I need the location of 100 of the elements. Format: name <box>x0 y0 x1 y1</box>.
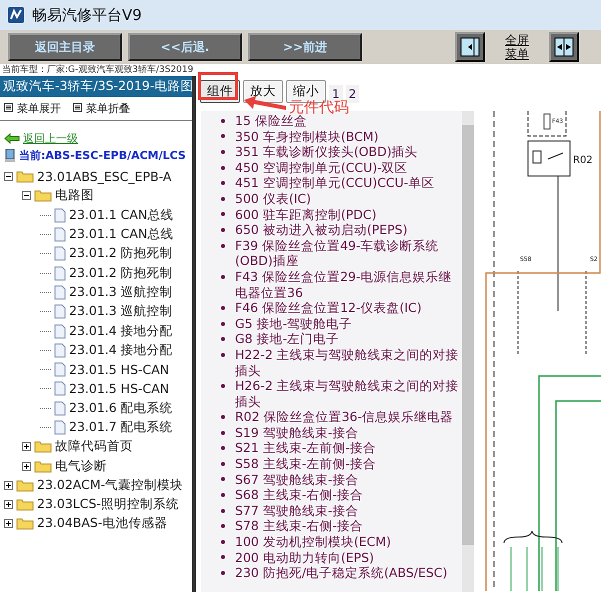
arrow-icon <box>242 96 288 112</box>
document-icon <box>54 284 66 300</box>
back-arrow-icon <box>4 133 20 144</box>
component-link[interactable]: 100 发动机控制模块(ECM) <box>235 534 391 550</box>
tree-item[interactable]: 23.01.5 HS-CAN <box>69 381 170 396</box>
expand-icon[interactable] <box>4 519 13 528</box>
document-icon <box>54 266 66 281</box>
component-link[interactable]: 650 被动进入被动启动(PEPS) <box>235 222 408 238</box>
tree-item[interactable]: 故障代码首页 <box>55 438 133 456</box>
component-link[interactable]: H22-2 主线束与驾驶舱线束之间的对接插头 <box>235 346 462 378</box>
bullet-icon <box>221 337 225 342</box>
tree-item[interactable]: 23.01.4 接地分配 <box>69 322 173 340</box>
nav-button[interactable]: <<后退. <box>128 33 242 61</box>
component-link[interactable]: F43 保险丝盒位置29-电源信息娱乐继电器位置36 <box>235 268 462 300</box>
component-link[interactable]: F39 保险丝盒位置49-车载诊断系统(OBD)插座 <box>235 238 462 269</box>
folder-icon <box>16 478 34 492</box>
bullet-icon <box>221 150 225 154</box>
nav-button[interactable]: >>前进 <box>248 33 362 61</box>
expand-icon[interactable] <box>4 500 13 510</box>
collapse-panel-button[interactable] <box>455 32 485 62</box>
list-icon <box>73 103 82 112</box>
bullet-icon <box>221 384 225 388</box>
collapse-icon[interactable] <box>4 172 13 182</box>
tree-item[interactable]: 23.01.2 防抱死制 <box>69 264 173 282</box>
expand-icon[interactable] <box>22 462 31 471</box>
bullet-icon <box>221 415 225 420</box>
document-icon <box>54 381 66 396</box>
document-icon <box>54 304 66 320</box>
page-link[interactable]: 2 <box>346 85 360 103</box>
component-link[interactable]: 451 空调控制单元(CCU)CCU-单区 <box>235 175 434 191</box>
document-icon <box>54 324 66 339</box>
expand-icon[interactable] <box>22 442 31 452</box>
component-link[interactable]: S67 驾驶舱线束-接合 <box>235 472 358 488</box>
component-link[interactable]: 600 驻车距离控制(PDC) <box>235 206 376 222</box>
split-panel-button[interactable] <box>549 32 579 62</box>
fullscreen-menu-link[interactable]: 全屏 菜单 <box>505 32 529 62</box>
bullet-icon <box>221 555 225 560</box>
component-link[interactable]: 200 电动助力转向(EPS) <box>235 550 374 566</box>
bullet-icon <box>221 352 225 357</box>
nav-button[interactable]: 返回主目录 <box>8 33 122 61</box>
tree-item[interactable]: 23.01.2 防抱死制 <box>69 245 173 262</box>
component-link[interactable]: G8 接地-左门电子 <box>235 331 340 347</box>
tree-item[interactable]: 23.02ACM-气囊控制模块 <box>37 476 184 494</box>
component-link[interactable]: 450 空调控制单元(CCU)-双区 <box>235 160 408 176</box>
bullet-icon <box>221 306 225 310</box>
sidebar-header: 观致汽车-3轿车/3S-2019-电路图 <box>0 76 192 97</box>
component-link[interactable]: S78 主线束-右侧-接合 <box>235 518 363 534</box>
bullet-icon <box>221 430 225 435</box>
car-model-label: 当前车型：厂家:G-观致汽车观致3轿车/3S2019 <box>1 64 194 76</box>
back-link[interactable]: 返回上一级 <box>23 131 78 146</box>
collapse-icon[interactable] <box>22 191 31 200</box>
diagram-label: R02 <box>573 155 593 166</box>
bullet-icon <box>221 508 225 513</box>
tree-item[interactable]: 23.04BAS-电池传感器 <box>37 515 168 532</box>
component-link[interactable]: S58 主线束-左前侧-接合 <box>235 456 376 472</box>
tree-item[interactable]: 电气诊断 <box>55 458 107 475</box>
document-icon <box>54 400 66 416</box>
document-icon <box>54 208 66 223</box>
bullet-icon <box>221 524 225 528</box>
menu-action-link[interactable]: 菜单折叠 <box>73 101 130 116</box>
bullet-icon <box>221 166 225 170</box>
component-link[interactable]: H26-2 主线束与驾驶舱线束之间的对接插头 <box>235 378 462 410</box>
component-link[interactable]: 350 车身控制模块(BCM) <box>235 128 378 144</box>
bullet-icon <box>221 571 225 576</box>
component-link[interactable]: 351 车载诊断仪接头(OBD)插头 <box>235 144 418 160</box>
tree-item[interactable]: 23.03LCS-照明控制系统 <box>37 496 179 514</box>
menu-action-link[interactable]: 菜单展开 <box>4 101 61 116</box>
component-link[interactable]: F46 保险丝盒位置12-仪表盘(IC) <box>235 300 422 316</box>
tree-item[interactable]: 23.01.6 配电系统 <box>69 400 173 417</box>
tree-item[interactable]: 23.01.4 接地分配 <box>69 342 173 359</box>
document-icon <box>54 420 66 435</box>
tree-item[interactable]: 23.01.3 巡航控制 <box>69 303 173 320</box>
tree-item[interactable]: 23.01ABS_ESC_EPB-A <box>37 169 172 184</box>
tree-item[interactable]: 23.01.7 配电系统 <box>69 419 173 436</box>
component-link[interactable]: S21 主线束-左前侧-接合 <box>235 440 376 456</box>
folder-icon <box>16 170 34 184</box>
component-link[interactable]: 230 防抱死/电子稳定系统(ABS/ESC) <box>235 565 448 581</box>
folder-icon <box>34 460 52 473</box>
connector-bracket-drawing <box>504 530 562 591</box>
component-link[interactable]: S68 主线束-右侧-接合 <box>235 487 363 503</box>
component-link[interactable]: G5 接地-驾驶舱电子 <box>235 316 352 332</box>
component-link[interactable]: 15 保险丝盒 <box>235 113 307 129</box>
expand-icon[interactable] <box>4 480 13 490</box>
tree-item[interactable]: 电路图 <box>55 187 94 204</box>
folder-icon <box>16 517 34 530</box>
scrollbar[interactable] <box>462 111 474 592</box>
bullet-icon <box>221 118 225 123</box>
bullet-icon <box>221 181 225 186</box>
component-link[interactable]: 500 仪表(IC) <box>235 190 311 207</box>
component-link[interactable]: R02 保险丝盒位置36-信息娱乐继电器 <box>235 409 453 425</box>
document-icon <box>54 246 66 262</box>
tab[interactable]: 放大 <box>243 80 283 103</box>
bullet-icon <box>221 134 225 138</box>
tree-item[interactable]: 23.01.3 巡航控制 <box>69 284 173 301</box>
component-link[interactable]: S19 驾驶舱线束-接合 <box>235 424 358 440</box>
tree-item[interactable]: 23.01.5 HS-CAN <box>69 362 170 378</box>
bullet-icon <box>221 228 225 232</box>
component-link[interactable]: S77 驾驶舱线束-接合 <box>235 502 358 518</box>
tree-item[interactable]: 23.01.1 CAN总线 <box>69 226 174 244</box>
tree-item[interactable]: 23.01.1 CAN总线 <box>69 206 174 224</box>
